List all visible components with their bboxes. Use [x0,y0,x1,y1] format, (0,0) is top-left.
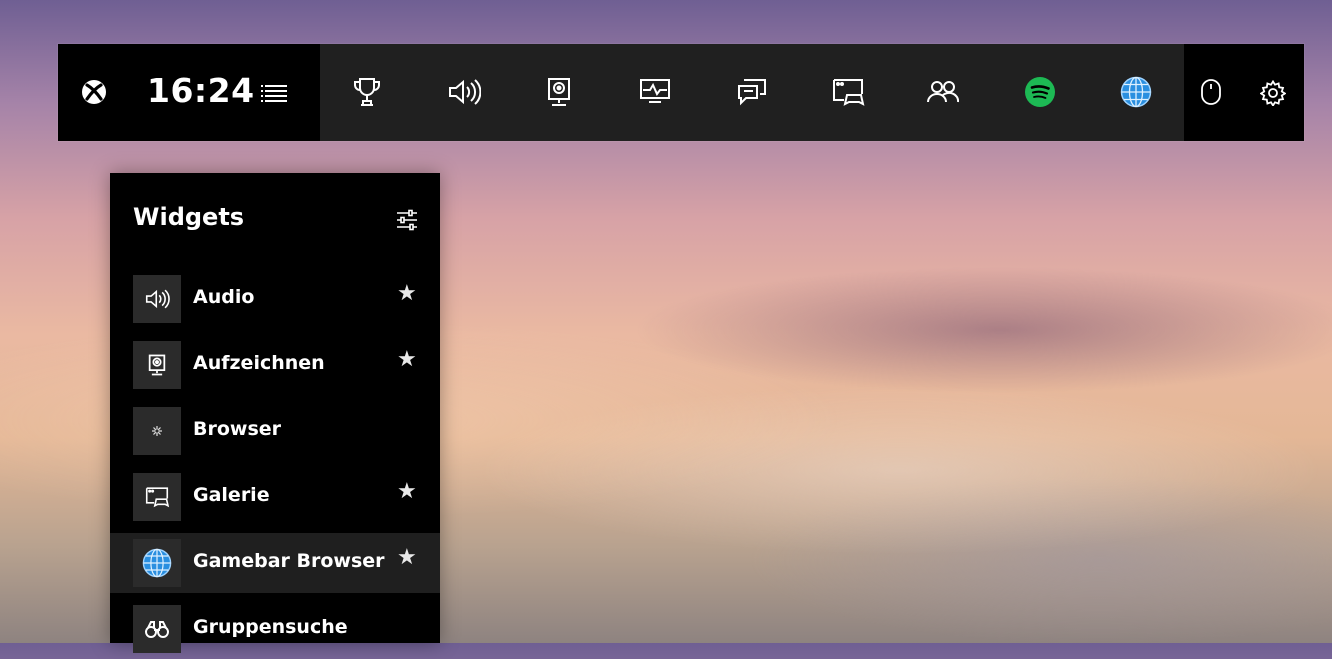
webcam-icon[interactable] [535,68,583,116]
widget-item-label: Audio [193,286,255,308]
gallery-controller-icon[interactable] [824,68,872,116]
trophy-icon[interactable] [343,68,391,116]
gallery-controller-icon [133,473,181,521]
widget-item-aufzeichnen[interactable]: Aufzeichnen ★ [110,335,440,395]
binoculars-icon [133,605,181,653]
globe-icon [133,539,181,587]
right-section [1184,44,1304,141]
widget-item-label: Gruppensuche [193,616,348,638]
favorite-star-icon[interactable]: ★ [397,545,417,570]
widget-item-browser[interactable]: Browser [110,401,440,461]
globe-icon[interactable] [1112,68,1160,116]
monitor-graph-icon[interactable] [631,68,679,116]
panel-title: Widgets [133,203,245,231]
widget-item-label: Browser [193,418,282,440]
list-menu-icon[interactable] [259,82,289,104]
widget-item-label: Galerie [193,484,270,506]
clock: 16:24 [147,71,255,110]
xbox-logo-icon[interactable] [81,79,107,105]
speaker-icon[interactable] [440,68,488,116]
home-section: 16:24 [58,44,320,141]
webcam-icon [133,341,181,389]
widget-item-galerie[interactable]: Galerie ★ [110,467,440,527]
widget-item-gruppensuche[interactable]: Gruppensuche [110,599,440,659]
spotify-icon[interactable] [1016,68,1064,116]
small-gear-icon [133,407,181,455]
widgets-menu-panel: Widgets Audio ★ Aufzeichnen ★ Browser Ga… [110,173,440,653]
favorite-star-icon[interactable]: ★ [397,281,417,306]
widget-item-label: Aufzeichnen [193,352,325,374]
speaker-icon [133,275,181,323]
widget-item-audio[interactable]: Audio ★ [110,269,440,329]
game-bar: 16:24 [58,44,1304,141]
chat-bubbles-icon[interactable] [728,68,776,116]
mouse-icon[interactable] [1200,78,1222,110]
favorite-star-icon[interactable]: ★ [397,479,417,504]
widget-item-label: Gamebar Browser [193,550,385,572]
widget-item-gamebar-browser[interactable]: Gamebar Browser ★ [110,533,440,593]
sliders-icon[interactable] [395,209,419,235]
gear-icon[interactable] [1259,79,1287,110]
favorite-star-icon[interactable]: ★ [397,347,417,372]
people-icon[interactable] [919,68,967,116]
